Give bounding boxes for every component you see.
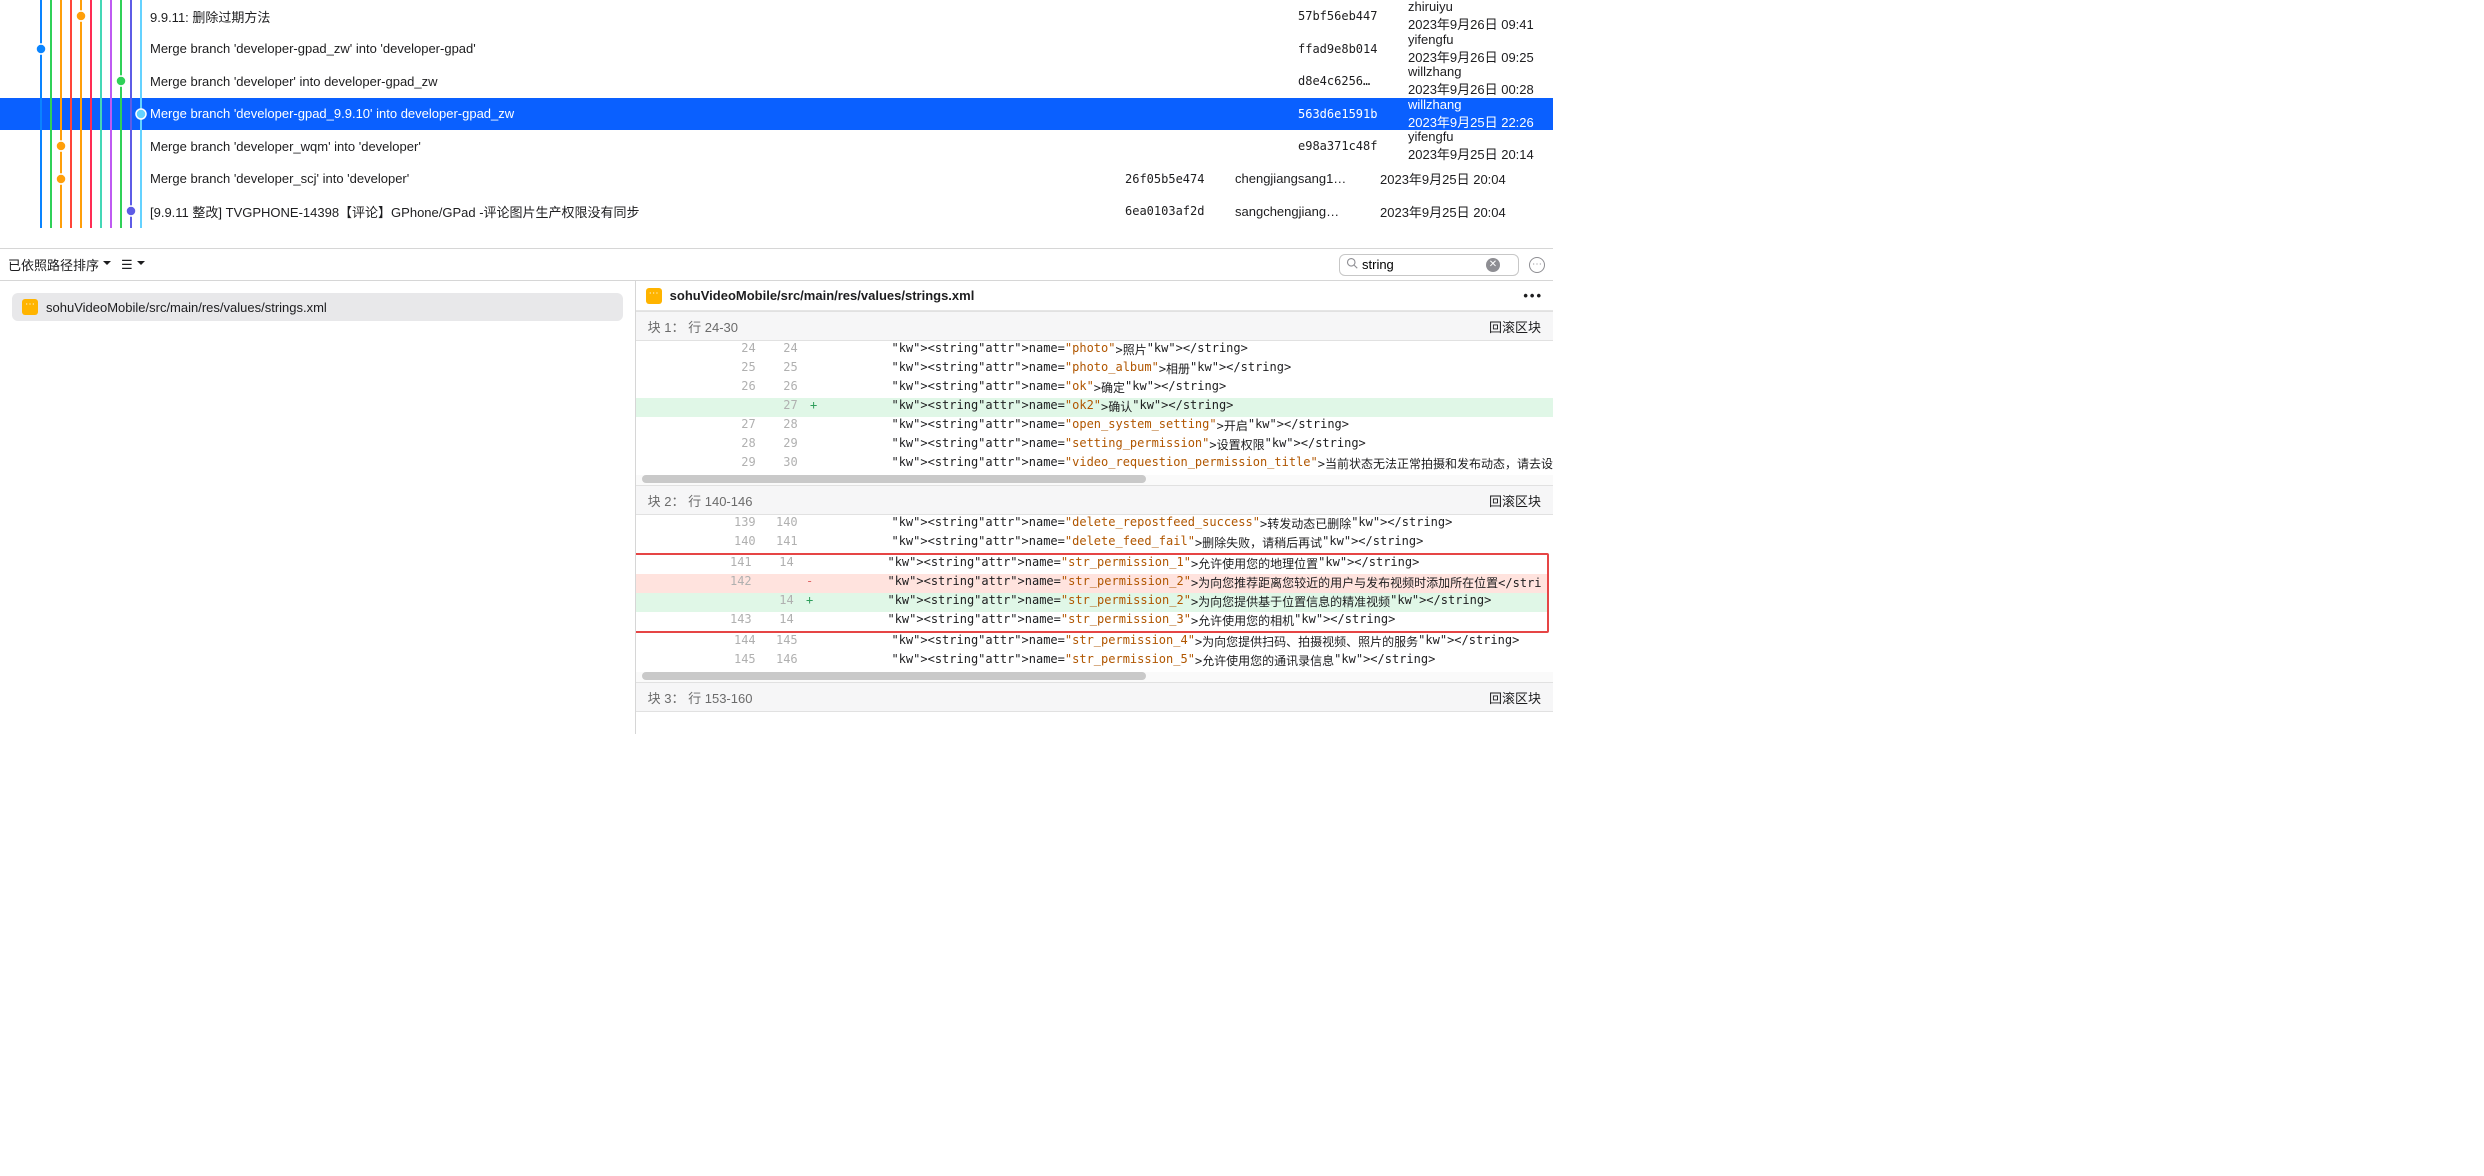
hunk-header: 块 3： 行 153-160 回滚区块 <box>636 682 1553 712</box>
diff-line: 2728 "kw"><string "attr">name="open_syst… <box>636 417 1553 436</box>
commit-hash: 57bf56eb447 <box>1298 9 1408 23</box>
commit-row[interactable]: Merge branch 'developer' into developer-… <box>0 65 1553 98</box>
view-mode-dropdown[interactable]: ☰ <box>121 257 145 273</box>
commit-graph <box>0 130 150 163</box>
diff-toolbar: 已依照路径排序 ☰ ✕ ⋯ <box>0 249 1553 281</box>
commit-date: 2023年9月25日 20:04 <box>1380 202 1553 221</box>
diff-body: 块 1： 行 24-30 回滚区块 2424 "kw"><string "attr"… <box>636 311 1553 734</box>
hunk-title: 块 1： 行 24-30 <box>648 317 738 336</box>
diff-line: 2424 "kw"><string "attr">name="photo">照片… <box>636 341 1553 360</box>
commit-graph <box>0 98 150 131</box>
commit-graph <box>0 163 150 196</box>
commit-graph <box>0 0 150 33</box>
rollback-hunk-button[interactable]: 回滚区块 <box>1489 688 1541 707</box>
commit-row[interactable]: Merge branch 'developer_wqm' into 'devel… <box>0 130 1553 163</box>
commit-hash: d8e4c6256… <box>1298 74 1408 88</box>
diff-file-header: sohuVideoMobile/src/main/res/values/stri… <box>636 281 1553 311</box>
commit-hash: 26f05b5e474 <box>1125 172 1235 186</box>
commit-message: 9.9.11: 删除过期方法 <box>150 7 1298 26</box>
commit-graph <box>0 195 150 228</box>
chevron-down-icon <box>137 257 145 272</box>
diff-line: 2626 "kw"><string "attr">name="ok">确定"kw… <box>636 379 1553 398</box>
commit-message: Merge branch 'developer-gpad_9.9.10' int… <box>150 106 1298 121</box>
sort-dropdown[interactable]: 已依照路径排序 <box>8 255 111 274</box>
hunk-header: 块 1： 行 24-30 回滚区块 <box>636 311 1553 341</box>
diff-line: 140141 "kw"><string "attr">name="delete_… <box>636 534 1553 553</box>
commit-author: chengjiangsang1… <box>1235 171 1380 186</box>
diff-line: 27+ "kw"><string "attr">name="ok2">确认"kw… <box>636 398 1553 417</box>
commit-author: yifengfu 2023年9月26日 09:25 <box>1408 32 1553 66</box>
file-path: sohuVideoMobile/src/main/res/values/stri… <box>46 300 327 315</box>
diff-line: 144145 "kw"><string "attr">name="str_per… <box>636 633 1553 652</box>
commit-date: 2023年9月25日 22:26 <box>1408 112 1553 131</box>
commit-row[interactable]: 9.9.11: 删除过期方法57bf56eb447zhiruiyu 2023年9… <box>0 0 1553 33</box>
commit-hash: 6ea0103af2d <box>1125 204 1235 218</box>
hunk-header: 块 2： 行 140-146 回滚区块 <box>636 485 1553 515</box>
diff-line: 14314 "kw"><string "attr">name="str_perm… <box>636 612 1547 631</box>
commit-hash: 563d6e1591b <box>1298 107 1408 121</box>
diff-line: 2829 "kw"><string "attr">name="setting_p… <box>636 436 1553 455</box>
diff-pane: sohuVideoMobile/src/main/res/values/stri… <box>636 281 1553 734</box>
sort-label: 已依照路径排序 <box>8 255 99 274</box>
commit-graph <box>0 33 150 66</box>
commit-date: 2023年9月26日 09:25 <box>1408 47 1553 66</box>
diff-file-path: sohuVideoMobile/src/main/res/values/stri… <box>670 288 975 303</box>
commit-message: Merge branch 'developer_wqm' into 'devel… <box>150 139 1298 154</box>
clear-search-icon[interactable]: ✕ <box>1486 258 1500 272</box>
commit-list: 9.9.11: 删除过期方法57bf56eb447zhiruiyu 2023年9… <box>0 0 1553 249</box>
chevron-down-icon <box>103 257 111 272</box>
list-icon: ☰ <box>121 257 133 273</box>
commit-date: 2023年9月26日 09:41 <box>1408 14 1553 33</box>
commit-hash: ffad9e8b014 <box>1298 42 1408 56</box>
horizontal-scrollbar[interactable] <box>636 475 1553 485</box>
commit-graph <box>0 65 150 98</box>
commit-message: Merge branch 'developer-gpad_zw' into 'd… <box>150 41 1298 56</box>
search-field[interactable]: ✕ <box>1339 254 1519 276</box>
diff-line: 14+ "kw"><string "attr">name="str_permis… <box>636 593 1547 612</box>
hunk-title: 块 3： 行 153-160 <box>648 688 753 707</box>
diff-line: 142- "kw"><string "attr">name="str_permi… <box>636 574 1547 593</box>
commit-author: yifengfu 2023年9月25日 20:14 <box>1408 129 1553 163</box>
commit-date: 2023年9月26日 00:28 <box>1408 79 1553 98</box>
changed-file-item[interactable]: sohuVideoMobile/src/main/res/values/stri… <box>12 293 623 321</box>
commit-message: Merge branch 'developer' into developer-… <box>150 74 1298 89</box>
commit-date: 2023年9月25日 20:04 <box>1380 169 1553 188</box>
commit-author: willzhang 2023年9月26日 00:28 <box>1408 64 1553 98</box>
commit-message: [9.9.11 整改] TVGPHONE-14398【评论】GPhone/GPa… <box>150 202 1125 221</box>
diff-line: 145146 "kw"><string "attr">name="str_per… <box>636 652 1553 671</box>
commit-author: willzhang 2023年9月25日 22:26 <box>1408 97 1553 131</box>
commit-author: sangchengjiang… <box>1235 204 1380 219</box>
search-input[interactable] <box>1362 257 1482 272</box>
rollback-hunk-button[interactable]: 回滚区块 <box>1489 491 1541 510</box>
commit-date: 2023年9月25日 20:14 <box>1408 144 1553 163</box>
rollback-hunk-button[interactable]: 回滚区块 <box>1489 317 1541 336</box>
diff-line: 139140 "kw"><string "attr">name="delete_… <box>636 515 1553 534</box>
changed-files-pane: sohuVideoMobile/src/main/res/values/stri… <box>0 281 636 734</box>
file-modified-icon <box>646 288 662 304</box>
commit-row[interactable]: Merge branch 'developer-gpad_9.9.10' int… <box>0 98 1553 131</box>
search-icon <box>1346 257 1358 272</box>
commit-row[interactable]: Merge branch 'developer-gpad_zw' into 'd… <box>0 33 1553 66</box>
diff-line: 2930 "kw"><string "attr">name="video_req… <box>636 455 1553 474</box>
diff-line: 14114 "kw"><string "attr">name="str_perm… <box>636 555 1547 574</box>
commit-row[interactable]: [9.9.11 整改] TVGPHONE-14398【评论】GPhone/GPa… <box>0 195 1553 228</box>
settings-menu-icon[interactable]: ⋯ <box>1529 257 1545 273</box>
commit-row[interactable]: Merge branch 'developer_scj' into 'devel… <box>0 163 1553 196</box>
commit-hash: e98a371c48f <box>1298 139 1408 153</box>
file-actions-menu-icon[interactable]: ••• <box>1523 288 1543 303</box>
commit-author: zhiruiyu 2023年9月26日 09:41 <box>1408 0 1553 33</box>
hunk-title: 块 2： 行 140-146 <box>648 491 753 510</box>
file-modified-icon <box>22 299 38 315</box>
horizontal-scrollbar[interactable] <box>636 672 1553 682</box>
commit-message: Merge branch 'developer_scj' into 'devel… <box>150 171 1125 186</box>
diff-line: 2525 "kw"><string "attr">name="photo_alb… <box>636 360 1553 379</box>
